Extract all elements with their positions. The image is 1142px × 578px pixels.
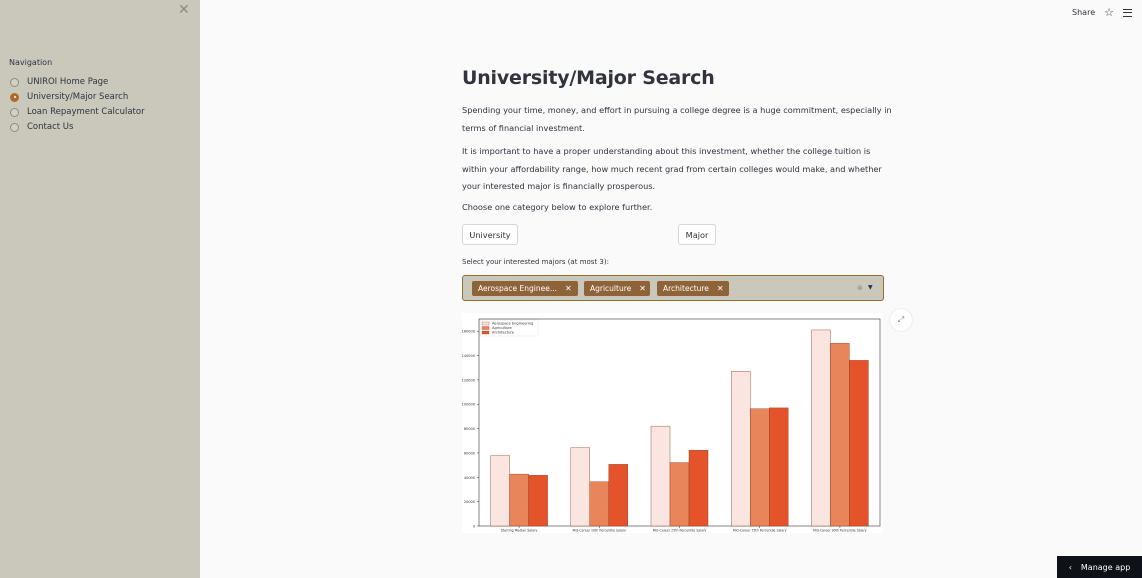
bar xyxy=(650,425,671,527)
star-icon[interactable]: ☆ xyxy=(1104,7,1114,18)
legend-label: Aerospace Engineering xyxy=(492,322,533,326)
nav-item-contact-us[interactable]: Contact Us xyxy=(10,120,73,134)
close-sidebar-icon[interactable]: ✕ xyxy=(178,3,190,17)
bar xyxy=(570,447,591,527)
y-tick-label: 20000 xyxy=(464,500,475,504)
clear-all-icon[interactable]: ⊗ xyxy=(857,284,863,292)
radio-icon[interactable] xyxy=(10,122,19,132)
chevron-down-icon[interactable]: ▼ xyxy=(868,284,873,291)
remove-chip-icon[interactable]: ✕ xyxy=(717,284,724,293)
bar xyxy=(490,455,510,527)
nav-item-label: UNIROI Home Page xyxy=(27,77,109,87)
bar xyxy=(589,481,610,527)
y-tick-label: 140000 xyxy=(462,354,475,358)
y-tick-label: 100000 xyxy=(462,403,475,407)
bar xyxy=(509,473,529,527)
investment-paragraph: It is important to have a proper underst… xyxy=(462,146,882,191)
bar xyxy=(731,371,751,527)
choose-category-text: Choose one category below to explore fur… xyxy=(462,202,653,212)
radio-icon[interactable] xyxy=(10,107,19,117)
bar xyxy=(849,360,869,527)
chip-aerospace[interactable]: Aerospace Enginee... ✕ xyxy=(472,281,578,296)
chevron-left-icon: ‹ xyxy=(1068,562,1072,572)
manage-app-button[interactable]: ‹ Manage app xyxy=(1057,556,1142,578)
multiselect-label: Select your interested majors (at most 3… xyxy=(462,258,609,266)
y-tick-label: 80000 xyxy=(464,427,475,431)
bar xyxy=(528,475,548,527)
university-button[interactable]: University xyxy=(462,224,518,245)
remove-chip-icon[interactable]: ✕ xyxy=(639,284,646,293)
radio-icon[interactable] xyxy=(10,77,19,87)
nav-item-home[interactable]: UNIROI Home Page xyxy=(10,75,108,89)
chip-label: Agriculture xyxy=(590,284,632,293)
x-tick-label: Mid-Career 75th Percentile Salary xyxy=(733,529,787,533)
fullscreen-expand-icon[interactable]: ⤢ xyxy=(890,309,912,331)
legend-swatch xyxy=(481,321,490,326)
bar xyxy=(769,407,789,527)
legend-swatch xyxy=(481,326,490,330)
chip-architecture[interactable]: Architecture ✕ xyxy=(657,281,729,296)
bar xyxy=(830,343,850,527)
nav-title: Navigation xyxy=(9,58,53,67)
nav-item-label: Loan Repayment Calculator xyxy=(27,107,145,117)
x-tick-label: Mid-Career 90th Percentile Salary xyxy=(813,529,867,533)
x-tick-label: Starting Median Salary xyxy=(501,529,537,533)
intro-paragraph: Spending your time, money, and effort in… xyxy=(462,105,892,133)
chip-label: Architecture xyxy=(663,284,709,293)
chip-label: Aerospace Enginee... xyxy=(478,284,557,293)
bar-chart-svg: 0 20000 40000 60000 80000 100000 120000 140000 1… xyxy=(462,318,881,533)
page-title: University/Major Search xyxy=(462,67,715,89)
x-tick-label: Mid-Career 25th Percentile Salary xyxy=(653,529,707,533)
y-tick-label: 160000 xyxy=(462,330,475,334)
bar xyxy=(750,408,770,527)
major-button[interactable]: Major xyxy=(678,224,716,245)
bar xyxy=(811,329,831,527)
nav-item-label: University/Major Search xyxy=(27,92,129,102)
sidebar: ✕ Navigation UNIROI Home Page University… xyxy=(0,0,200,578)
x-tick-label: Mid-Career 10th Percentile Salary xyxy=(573,529,627,533)
manage-app-label: Manage app xyxy=(1080,562,1131,572)
nav-item-university-major-search[interactable]: University/Major Search xyxy=(10,90,128,104)
y-tick-label: 60000 xyxy=(464,451,475,455)
y-tick-label: 40000 xyxy=(464,476,475,480)
nav-item-label: Contact Us xyxy=(27,122,74,132)
topbar-actions: Share ☆ xyxy=(1072,7,1132,18)
legend-swatch xyxy=(481,330,490,335)
radio-selected-icon[interactable] xyxy=(10,92,19,102)
legend-label: Architecture xyxy=(492,331,515,335)
nav-item-loan-calculator[interactable]: Loan Repayment Calculator xyxy=(10,105,145,119)
hamburger-menu-icon[interactable] xyxy=(1123,8,1132,17)
legend-label: Agriculture xyxy=(492,326,513,330)
bar xyxy=(608,464,629,527)
y-tick-label: 120000 xyxy=(462,378,475,382)
bar xyxy=(669,462,690,527)
majors-multiselect[interactable]: Aerospace Enginee... ✕ Agriculture ✕ Arc… xyxy=(462,275,884,301)
salary-chart: 0 20000 40000 60000 80000 100000 120000 140000 1… xyxy=(462,313,883,533)
bar xyxy=(688,450,709,527)
chip-agriculture[interactable]: Agriculture ✕ xyxy=(584,281,650,296)
share-button[interactable]: Share xyxy=(1072,8,1095,17)
remove-chip-icon[interactable]: ✕ xyxy=(565,284,572,293)
y-tick-label: 0 xyxy=(473,525,475,529)
